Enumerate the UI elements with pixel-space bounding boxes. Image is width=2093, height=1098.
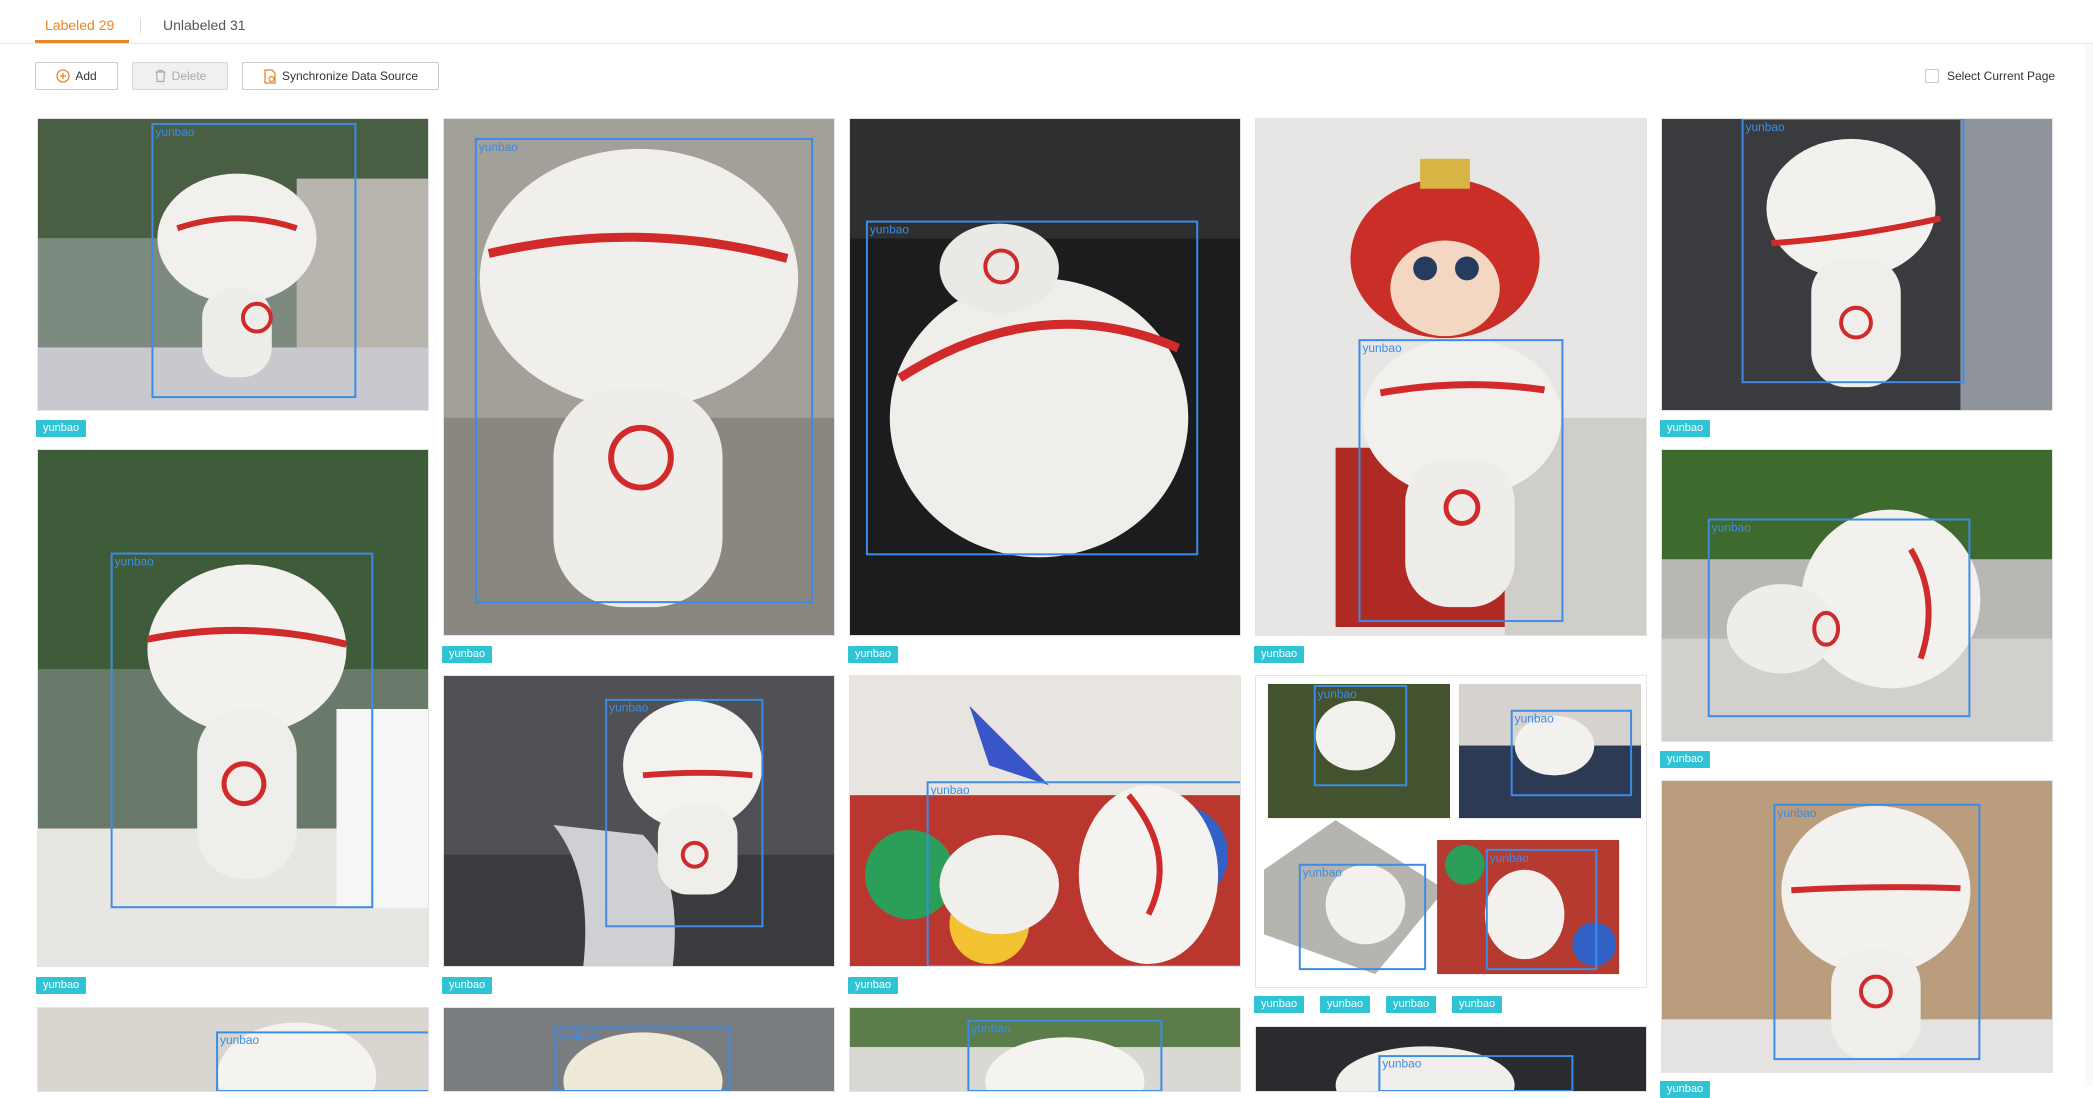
- bbox-label: yunbao: [155, 125, 194, 139]
- bbox-label: yunbao: [115, 555, 155, 569]
- label-tag: yunbao: [36, 977, 87, 994]
- photo-thumbnail: yunbao: [1662, 119, 2052, 410]
- bbox-label: yunbao: [558, 1028, 598, 1042]
- photo-thumbnail: yunbao: [850, 676, 1240, 966]
- delete-button-label: Delete: [171, 69, 207, 83]
- add-button-label: Add: [75, 69, 97, 83]
- bbox-label: yunbao: [479, 140, 519, 154]
- tab-divider: [140, 19, 141, 33]
- delete-button[interactable]: Delete: [132, 62, 228, 90]
- bbox-label: yunbao: [609, 701, 648, 715]
- label-tag: yunbao: [1254, 996, 1305, 1013]
- bbox-label: yunbao: [1712, 520, 1751, 534]
- gallery-image-card[interactable]: yunbao: [1661, 449, 2053, 742]
- label-tag: yunbao: [442, 646, 493, 663]
- gallery-image-card[interactable]: yunbao: [1255, 118, 1647, 636]
- gallery-image-card[interactable]: yunbao: [1661, 780, 2053, 1073]
- synchronize-data-source-button[interactable]: Synchronize Data Source: [242, 62, 439, 90]
- vertical-scrollbar[interactable]: [2085, 44, 2093, 1086]
- label-tag: yunbao: [848, 646, 899, 663]
- gallery-image-card[interactable]: yunbao: [849, 675, 1241, 967]
- label-tag: yunbao: [442, 977, 493, 994]
- select-page-checkbox[interactable]: [1925, 69, 1939, 83]
- gallery-image-card[interactable]: yunbao: [1661, 118, 2053, 411]
- bbox-label: yunbao: [220, 1033, 260, 1047]
- bbox-label: yunbao: [1382, 1058, 1422, 1071]
- sync-button-label: Synchronize Data Source: [281, 69, 419, 83]
- bbox-label: yunbao: [1777, 806, 1816, 820]
- bbox-label: yunbao: [971, 1022, 1011, 1036]
- label-tag: yunbao: [1660, 420, 1711, 437]
- tab-labeled[interactable]: Labeled 29: [45, 15, 114, 35]
- trash-icon: [154, 69, 167, 83]
- gallery-composite-card[interactable]: yunbao yunbao yunbao yunbao: [1255, 675, 1647, 988]
- photo-collage: yunbao yunbao yunbao yunbao: [1256, 676, 1646, 987]
- label-tag: yunbao: [1320, 996, 1371, 1013]
- select-current-page[interactable]: Select Current Page: [1925, 69, 2055, 83]
- bbox-label: yunbao: [1515, 712, 1555, 726]
- label-tag: yunbao: [1660, 1081, 1711, 1098]
- bbox-label: yunbao: [1303, 866, 1343, 880]
- photo-thumbnail: yunbao: [444, 119, 834, 635]
- photo-thumbnail: yunbao: [850, 1008, 1240, 1091]
- bbox-label: yunbao: [1362, 341, 1402, 355]
- label-tag: yunbao: [1452, 996, 1503, 1013]
- photo-thumbnail: yunbao: [1662, 781, 2052, 1072]
- photo-thumbnail: yunbao: [444, 1008, 834, 1091]
- photo-thumbnail: yunbao: [38, 119, 428, 410]
- gallery-image-card[interactable]: yunbao: [1255, 1026, 1647, 1092]
- label-tag: yunbao: [1660, 751, 1711, 768]
- bbox-label: yunbao: [1490, 851, 1530, 865]
- active-tab-indicator: [35, 40, 129, 43]
- label-tag: yunbao: [848, 977, 899, 994]
- photo-thumbnail: yunbao: [1256, 1027, 1646, 1091]
- gallery-image-card[interactable]: yunbao: [443, 675, 835, 967]
- gallery-image-card[interactable]: yunbao: [849, 118, 1241, 636]
- tab-bar: Labeled 29 Unlabeled 31: [0, 0, 2093, 44]
- photo-thumbnail: yunbao: [444, 676, 834, 966]
- bbox-label: yunbao: [1746, 120, 1785, 134]
- label-tag: yunbao: [36, 420, 87, 437]
- label-tag: yunbao: [1254, 646, 1305, 663]
- gallery-image-card[interactable]: yunbao: [849, 1007, 1241, 1092]
- gallery-image-card[interactable]: yunbao: [443, 118, 835, 636]
- gallery-image-card[interactable]: yunbao: [443, 1007, 835, 1092]
- bbox-label: yunbao: [931, 783, 970, 797]
- add-button[interactable]: Add: [35, 62, 118, 90]
- bbox-label: yunbao: [870, 223, 910, 237]
- gallery-image-card[interactable]: yunbao: [37, 449, 429, 967]
- gallery-image-card[interactable]: yunbao: [37, 118, 429, 411]
- plus-circle-icon: [56, 69, 70, 83]
- select-page-label: Select Current Page: [1947, 69, 2056, 83]
- photo-thumbnail: yunbao: [1662, 450, 2052, 741]
- label-tag: yunbao: [1386, 996, 1437, 1013]
- sync-file-icon: [263, 68, 277, 84]
- photo-thumbnail: yunbao: [38, 450, 428, 966]
- photo-thumbnail: yunbao: [1256, 119, 1646, 635]
- photo-thumbnail: yunbao: [850, 119, 1240, 635]
- tab-unlabeled[interactable]: Unlabeled 31: [163, 15, 246, 35]
- gallery-image-card[interactable]: yunbao: [37, 1007, 429, 1092]
- bbox-label: yunbao: [1318, 687, 1358, 701]
- photo-thumbnail: yunbao: [38, 1008, 428, 1091]
